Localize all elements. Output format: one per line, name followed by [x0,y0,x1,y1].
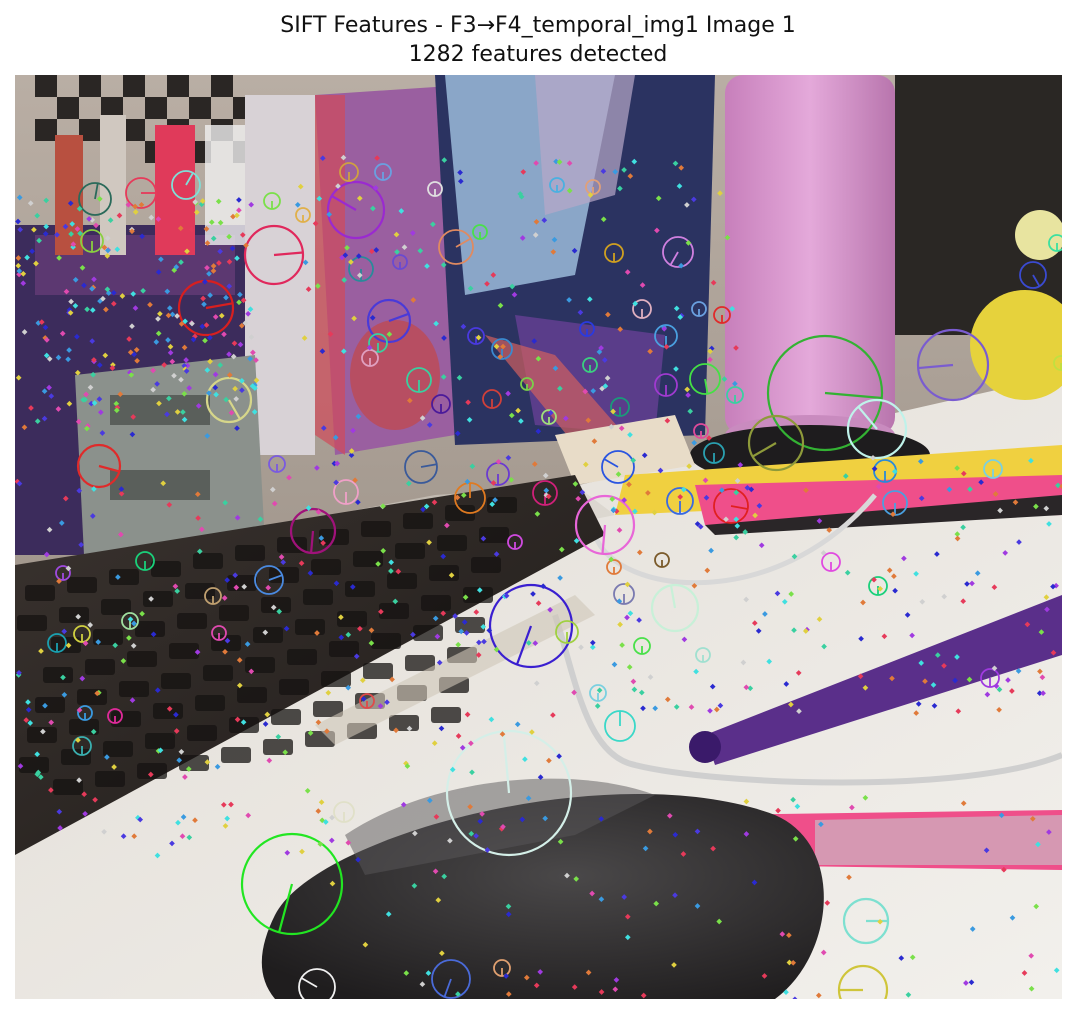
scene-image [15,75,1062,999]
figure-title: SIFT Features - F3→F4_temporal_img1 Imag… [280,13,796,38]
image-panel [15,75,1062,999]
figure: SIFT Features - F3→F4_temporal_img1 Imag… [0,0,1076,1014]
figure-subtitle: 1282 features detected [408,42,668,67]
